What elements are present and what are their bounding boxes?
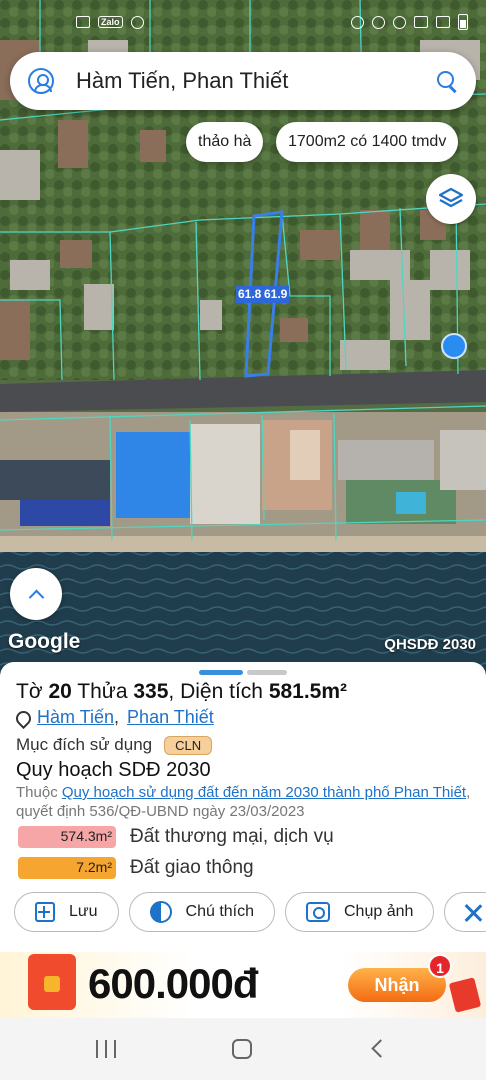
dimension-label: 61.8 (236, 286, 264, 303)
legend-swatch: 574.3m² (18, 826, 116, 848)
search-bar[interactable]: Hàm Tiến, Phan Thiết (10, 52, 476, 110)
search-icon[interactable] (436, 70, 458, 92)
dimension-label: 61.9 (262, 286, 290, 303)
chevron-up-icon (28, 589, 44, 605)
account-icon[interactable] (28, 68, 54, 94)
location-icon (393, 15, 406, 29)
signal-icon (436, 16, 450, 28)
save-button[interactable]: Lưu (14, 892, 119, 932)
red-envelope-icon (28, 954, 76, 1010)
wifi-icon (414, 16, 428, 28)
sheet-page-indicator[interactable] (247, 670, 287, 675)
plan-title: Quy hoạch SDĐ 2030 (16, 759, 211, 781)
my-location-dot (441, 333, 467, 359)
battery-icon (458, 14, 468, 30)
city-link[interactable]: Phan Thiết (127, 707, 214, 728)
system-navigation-bar (0, 1018, 486, 1080)
contrast-icon (149, 901, 172, 923)
layers-button[interactable] (426, 174, 476, 224)
parcel-title: Tờ 20 Thửa 335, Diện tích 581.5m² (16, 680, 348, 703)
back-button[interactable] (371, 1039, 390, 1058)
location-pin-icon (16, 711, 27, 725)
map-overlay-tag: QHSDĐ 2030 (384, 636, 476, 653)
saved-search-chip[interactable]: 1700m2 có 1400 tmdv (276, 122, 459, 162)
capture-button[interactable]: Chụp ảnh (285, 892, 435, 932)
search-query[interactable]: Hàm Tiến, Phan Thiết (76, 68, 436, 94)
parcel-address: Hàm Tiến, Phan Thiết (16, 707, 214, 728)
recent-apps-button[interactable] (96, 1040, 116, 1058)
purpose-code-badge: CLN (164, 735, 213, 755)
legend-item: 574.3m² Đất thương mại, dịch vụ (18, 826, 334, 848)
parcel-info-sheet: Tờ 20 Thửa 335, Diện tích 581.5m² Hàm Ti… (0, 662, 486, 952)
satellite-map[interactable]: Zalo Hàm Tiến, Phan Thiết thảo hà 1700m2… (0, 0, 486, 672)
notification-badge: 1 (428, 954, 452, 978)
home-button[interactable] (232, 1039, 252, 1059)
tools-button[interactable] (444, 892, 486, 932)
sheet-page-indicator-active[interactable] (199, 670, 243, 675)
plan-link[interactable]: Quy hoạch sử dụng đất đến năm 2030 thành… (62, 784, 466, 801)
ward-link[interactable]: Hàm Tiến (37, 707, 114, 728)
camera-add-icon (306, 902, 330, 922)
gallery-icon (76, 16, 90, 28)
land-purpose-row: Mục đích sử dụng CLN (16, 735, 213, 755)
saved-search-chip[interactable]: thảo hà (186, 122, 264, 162)
zalo-icon: Zalo (98, 16, 123, 28)
timer-icon (372, 15, 385, 29)
alarm-icon (351, 15, 364, 29)
status-bar: Zalo (0, 0, 486, 44)
notes-button[interactable]: Chú thích (128, 892, 275, 932)
bookmark-add-icon (35, 902, 55, 922)
legend-item: 7.2m² Đất giao thông (18, 857, 254, 879)
legend-swatch: 7.2m² (18, 857, 116, 879)
promo-banner[interactable]: 600.000đ Nhận 1 (0, 952, 486, 1018)
cloud-icon (130, 15, 144, 29)
expand-button[interactable] (10, 568, 62, 620)
layers-icon (438, 187, 464, 208)
plan-description: Thuộc Quy hoạch sử dụng đất đến năm 2030… (16, 784, 471, 820)
promo-amount: 600.000đ (88, 960, 258, 1007)
gift-envelope-icon (448, 977, 482, 1013)
google-logo: Google (8, 630, 81, 653)
tools-icon (463, 902, 483, 922)
action-row: Lưu Chú thích Chụp ảnh (14, 892, 486, 932)
